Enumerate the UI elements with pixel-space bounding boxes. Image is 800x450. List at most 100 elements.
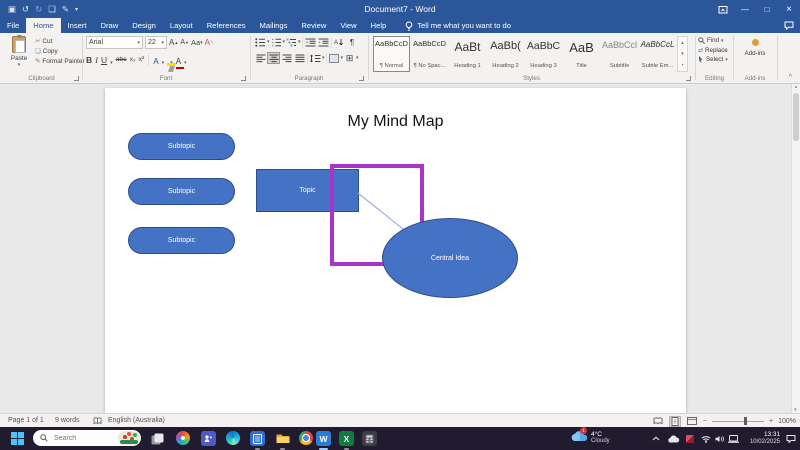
borders-button[interactable]: ⊞ (343, 52, 356, 64)
show-hide-pilcrow-button[interactable]: ¶ (346, 36, 359, 48)
font-size-select[interactable]: 22▾ (145, 36, 167, 49)
addins-button[interactable]: Add-ins (735, 33, 775, 57)
tray-expand-button[interactable] (652, 427, 660, 450)
tab-view[interactable]: View (333, 18, 363, 33)
document-page[interactable]: My Mind Map Subtopic Subtopic Subtopic T… (105, 88, 686, 413)
tab-file[interactable]: File (0, 18, 26, 33)
taskbar-clock[interactable]: 13:31 10/02/2025 (740, 431, 780, 447)
edge-browser-icon[interactable] (226, 431, 240, 445)
paste-dropdown-icon[interactable]: ▾ (5, 62, 33, 68)
search-input[interactable] (52, 434, 108, 443)
style-subtitle[interactable]: AaBbCcl Subtitle (601, 36, 638, 72)
tab-home[interactable]: Home (26, 18, 60, 33)
word-count[interactable]: 9 words (55, 417, 80, 424)
tab-layout[interactable]: Layout (163, 18, 200, 33)
taskbar-search[interactable] (33, 430, 141, 446)
scrollbar-thumb[interactable] (793, 93, 799, 141)
clipboard-dialog-launcher[interactable] (74, 76, 79, 81)
style-subtle-emphasis[interactable]: AaBbCcL Subtle Em... (639, 36, 676, 72)
subscript-button[interactable]: x₂ (130, 53, 136, 66)
photos-app-icon[interactable] (176, 431, 190, 445)
central-idea-shape[interactable]: Central Idea (382, 218, 518, 298)
document-title-text[interactable]: My Mind Map (105, 113, 686, 131)
bullets-button[interactable] (254, 36, 267, 48)
increase-indent-button[interactable] (317, 36, 330, 48)
subtopic-shape-2[interactable]: Subtopic (128, 178, 235, 205)
search-daily-image[interactable] (118, 431, 140, 445)
word-app-icon[interactable]: W (316, 431, 331, 446)
line-spacing-button[interactable] (309, 52, 322, 64)
phone-link-icon[interactable] (250, 431, 265, 446)
bold-button[interactable]: B (86, 53, 92, 66)
start-button[interactable] (10, 431, 25, 446)
tab-references[interactable]: References (200, 18, 253, 33)
style-heading-2[interactable]: AaBb( Heading 2 (487, 36, 524, 72)
find-button[interactable]: Find▾ (698, 37, 728, 44)
ribbon-display-options-button[interactable] (712, 0, 734, 18)
style-heading-1[interactable]: AaBt Heading 1 (449, 36, 486, 72)
font-name-select[interactable]: Arial▾ (86, 36, 143, 49)
tab-review[interactable]: Review (294, 18, 333, 33)
tell-me-box[interactable]: Tell me what you want to do (405, 18, 511, 33)
clear-formatting-button[interactable]: A✎ (205, 36, 215, 49)
print-layout-button[interactable] (669, 416, 681, 427)
excel-app-icon[interactable]: X (339, 431, 354, 446)
comments-icon[interactable] (784, 21, 794, 32)
maximize-button[interactable]: □ (756, 0, 778, 18)
style-normal[interactable]: AaBbCcD ¶ Normal (373, 36, 410, 72)
text-effects-button[interactable]: A (153, 57, 158, 66)
tab-mailings[interactable]: Mailings (253, 18, 295, 33)
italic-button[interactable]: I (95, 53, 98, 66)
zoom-in-button[interactable]: + (769, 418, 773, 425)
laptop-tray-icon[interactable] (728, 427, 739, 450)
weather-widget[interactable]: 1 4°C Cloudy (570, 429, 610, 447)
sort-button[interactable]: A (333, 36, 346, 48)
page-indicator[interactable]: Page 1 of 1 (8, 417, 44, 424)
onedrive-tray-icon[interactable] (667, 427, 680, 450)
notification-center-button[interactable] (786, 427, 796, 450)
file-explorer-icon[interactable] (275, 431, 290, 446)
calculator-app-icon[interactable] (362, 431, 377, 446)
scrollbar-up-icon[interactable]: ▴ (795, 84, 798, 90)
zoom-slider[interactable] (712, 421, 764, 422)
tab-design[interactable]: Design (125, 18, 163, 33)
select-button[interactable]: Select▾ (698, 56, 728, 63)
chrome-browser-icon[interactable] (299, 431, 313, 445)
shading-button[interactable] (328, 52, 341, 64)
language-indicator[interactable]: English (Australia) (108, 417, 165, 424)
grow-font-button[interactable]: A▲ (169, 36, 178, 49)
multilevel-list-button[interactable] (285, 36, 298, 48)
read-mode-button[interactable] (652, 416, 664, 427)
minimize-button[interactable]: — (734, 0, 756, 18)
close-button[interactable]: × (778, 0, 800, 18)
align-left-button[interactable] (254, 52, 267, 64)
font-color-button[interactable]: A (176, 57, 181, 66)
collapse-ribbon-button[interactable]: ^ (789, 74, 792, 81)
zoom-slider-thumb[interactable] (744, 417, 747, 425)
align-center-button[interactable] (267, 52, 280, 64)
styles-gallery-more-button[interactable]: ▴▾▪ (677, 36, 688, 72)
justify-button[interactable] (293, 52, 306, 64)
tab-draw[interactable]: Draw (94, 18, 126, 33)
proofing-icon[interactable] (93, 417, 102, 427)
styles-dialog-launcher[interactable] (686, 76, 691, 81)
numbering-button[interactable] (270, 36, 283, 48)
subtopic-shape-1[interactable]: Subtopic (128, 133, 235, 160)
decrease-indent-button[interactable] (304, 36, 317, 48)
style-title[interactable]: AaB Title (563, 36, 600, 72)
shrink-font-button[interactable]: A▼ (180, 36, 189, 49)
web-layout-button[interactable] (686, 416, 698, 427)
format-painter-button[interactable]: ✎Format Painter (35, 57, 85, 65)
volume-tray-icon[interactable] (715, 427, 724, 450)
paragraph-dialog-launcher[interactable] (359, 76, 364, 81)
change-case-button[interactable]: Aa▾ (191, 36, 203, 49)
subtopic-shape-3[interactable]: Subtopic (128, 227, 235, 254)
replace-button[interactable]: ⇄ Replace (698, 47, 728, 54)
font-dialog-launcher[interactable] (241, 76, 246, 81)
teams-app-icon[interactable] (201, 431, 216, 446)
strikethrough-button[interactable]: abc (116, 53, 127, 66)
tab-help[interactable]: Help (364, 18, 394, 33)
task-view-button[interactable] (150, 431, 165, 446)
cut-button[interactable]: ✂Cut (35, 37, 85, 45)
style-no-spacing[interactable]: AaBbCcD ¶ No Spac... (411, 36, 448, 72)
